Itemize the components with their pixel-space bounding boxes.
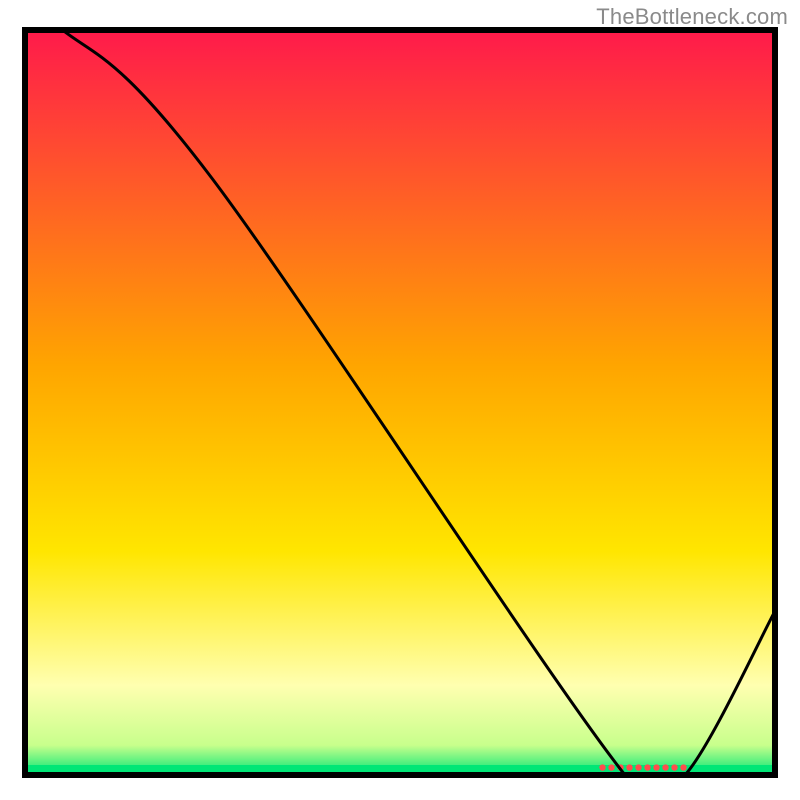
chart-container: TheBottleneck.com — [0, 0, 800, 800]
marker-dot — [671, 764, 677, 770]
marker-dot — [608, 764, 614, 770]
marker-dot — [599, 764, 605, 770]
marker-dot — [680, 764, 686, 770]
marker-dot — [662, 764, 668, 770]
marker-dot — [644, 764, 650, 770]
marker-dot — [653, 764, 659, 770]
plot-background — [25, 30, 775, 775]
marker-dot — [635, 764, 641, 770]
marker-dot — [626, 764, 632, 770]
bottleneck-chart — [0, 0, 800, 800]
